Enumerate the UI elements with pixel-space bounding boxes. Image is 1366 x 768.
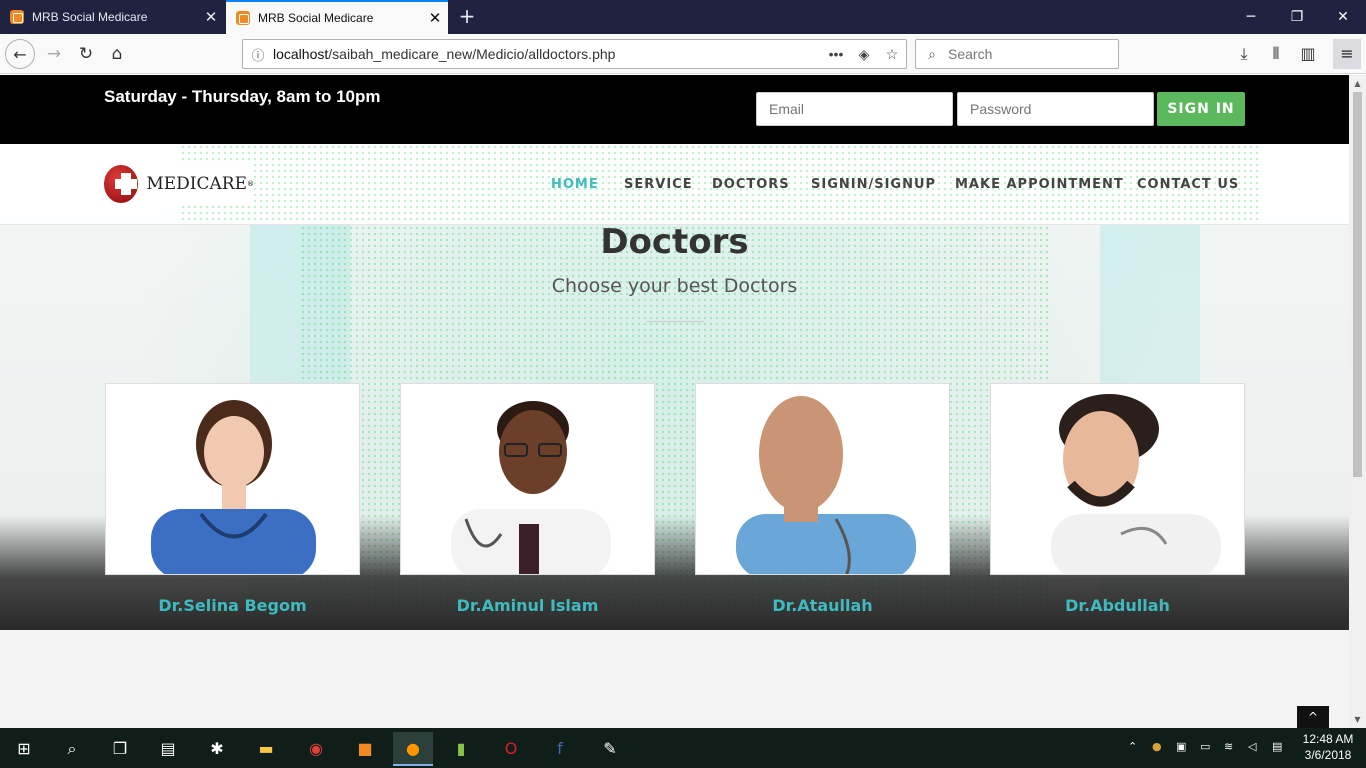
clock-date: 3/6/2018 [1304,748,1352,762]
site-header: MEDICARE ® HOME SERVICE DOCTORS SIGNIN/SI… [0,144,1349,225]
home-icon[interactable]: ⌂ [102,39,132,69]
notepad-icon[interactable]: ▮ [441,732,481,766]
section-title: Doctors [600,222,749,262]
browser-tab-1[interactable]: MRB Social Medicare ✕ [0,0,224,34]
xampp-favicon-icon [10,10,24,24]
nav-home[interactable]: HOME [551,177,599,192]
app-icon[interactable]: ✱ [197,732,237,766]
close-tab-icon[interactable]: ✕ [422,9,448,27]
new-tab-icon[interactable]: + [455,4,479,30]
nav-signin-signup[interactable]: SIGNIN/SIGNUP [811,177,936,192]
password-field[interactable] [957,92,1154,126]
hamburger-menu-icon[interactable]: ≡ [1333,39,1361,69]
doctor-card[interactable]: Dr.Ataullah [695,383,950,615]
tray-chevron-icon[interactable]: ⌃ [1128,740,1137,753]
nav-contact-us[interactable]: CONTACT US [1137,177,1239,192]
back-icon[interactable]: ← [5,39,35,69]
vertical-scrollbar[interactable]: ▲ ▼ [1349,75,1366,728]
search-icon: ⌕ [928,45,936,62]
doctor-name[interactable]: Dr.Selina Begom [105,596,360,615]
download-icon[interactable]: ⤓ [1231,42,1257,66]
doctor-photo[interactable] [695,383,950,575]
lower-section [0,630,1349,728]
pocket-icon[interactable]: ◈ [850,46,878,63]
close-tab-icon[interactable]: ✕ [198,8,224,26]
doctor-name[interactable]: Dr.Aminul Islam [400,596,655,615]
xampp-favicon-icon [236,11,250,25]
tab-title: MRB Social Medicare [32,10,148,24]
doctor-photo[interactable] [990,383,1245,575]
paint-icon[interactable]: ✎ [590,732,630,766]
sidebar-icon[interactable]: ▥ [1295,42,1321,66]
doctor-photo[interactable] [105,383,360,575]
reload-icon[interactable]: ↻ [71,39,101,69]
firefox-icon[interactable]: ● [393,732,433,766]
browser-tab-2[interactable]: MRB Social Medicare ✕ [226,0,448,34]
forward-icon[interactable]: → [39,39,69,69]
search-placeholder: Search [948,46,993,62]
xampp-icon[interactable]: ■ [345,732,385,766]
browser-tab-strip: MRB Social Medicare ✕ MRB Social Medicar… [0,0,1366,34]
address-bar[interactable]: ⓘ localhost/saibah_medicare_new/Medicio/… [242,39,907,69]
file-explorer-icon[interactable]: ▬ [246,732,286,766]
section-subtitle: Choose your best Doctors [551,275,798,297]
doctor-portrait-icon [451,401,611,574]
search-bar[interactable]: ⌕ Search [915,39,1119,69]
title-divider [646,321,704,322]
back-to-top-button[interactable]: ^ [1297,706,1329,728]
opera-icon[interactable]: O [491,732,531,766]
volume-icon[interactable]: ◁ [1248,740,1256,753]
tray-app-icon[interactable]: ● [1152,740,1162,753]
nav-make-appointment[interactable]: MAKE APPOINTMENT [955,177,1124,192]
doctor-name[interactable]: Dr.Ataullah [695,596,950,615]
page-viewport: Saturday - Thursday, 8am to 10pm SIGN IN… [0,75,1349,728]
logo-text: MEDICARE [146,174,247,194]
email-field[interactable] [756,92,953,126]
scroll-down-icon[interactable]: ▼ [1349,711,1366,728]
system-clock[interactable]: 12:48 AM 3/6/2018 [1298,731,1358,763]
top-bar: Saturday - Thursday, 8am to 10pm SIGN IN [0,75,1349,144]
doctor-card[interactable]: Dr.Selina Begom [105,383,360,615]
close-window-icon[interactable]: ✕ [1320,0,1366,34]
sign-in-button[interactable]: SIGN IN [1157,92,1245,126]
doctor-name[interactable]: Dr.Abdullah [990,596,1245,615]
tab-title: MRB Social Medicare [258,11,374,25]
doctor-portrait-icon [736,396,916,574]
site-info-icon[interactable]: ⓘ [243,45,273,64]
network-device-icon[interactable]: ▣ [1176,740,1186,753]
windows-taskbar: ⊞ ⌕ ❐ ▤ ✱ ▬ ◉ ■ ● ▮ O f ✎ ⌃ ● ▣ ▭ ≋ ◁ ▤ … [0,728,1366,768]
library-icon[interactable]: ⫴ [1263,42,1289,66]
facebook-icon[interactable]: f [540,732,580,766]
url-text[interactable]: localhost/saibah_medicare_new/Medicio/al… [273,46,822,62]
minimize-icon[interactable]: ─ [1228,0,1274,34]
scrollbar-thumb[interactable] [1353,92,1362,477]
opening-hours: Saturday - Thursday, 8am to 10pm [104,87,381,106]
store-icon[interactable]: ▤ [148,732,188,766]
doctor-portrait-icon [151,400,316,574]
doctor-card[interactable]: Dr.Aminul Islam [400,383,655,615]
notification-icon[interactable]: ▤ [1272,740,1282,753]
search-icon[interactable]: ⌕ [52,732,92,766]
doctor-portrait-icon [1051,394,1221,574]
registered-mark: ® [247,180,254,188]
chrome-icon[interactable]: ◉ [296,732,336,766]
browser-toolbar: ← → ↻ ⌂ ⓘ localhost/saibah_medicare_new/… [0,34,1366,74]
doctor-photo[interactable] [400,383,655,575]
clock-time: 12:48 AM [1302,732,1354,746]
scroll-up-icon[interactable]: ▲ [1349,75,1366,92]
nav-service[interactable]: SERVICE [624,177,693,192]
restore-icon[interactable]: ❐ [1274,0,1320,34]
windows-start-icon[interactable]: ⊞ [4,732,44,766]
page-actions-icon[interactable]: ••• [822,46,850,62]
task-view-icon[interactable]: ❐ [100,732,140,766]
battery-icon[interactable]: ▭ [1200,740,1210,753]
bookmark-star-icon[interactable]: ☆ [878,46,906,63]
site-logo[interactable]: MEDICARE ® [104,164,254,204]
doctor-card[interactable]: Dr.Abdullah [990,383,1245,615]
wifi-icon[interactable]: ≋ [1224,740,1233,753]
nav-doctors[interactable]: DOCTORS [712,177,790,192]
medical-cross-icon [104,165,139,203]
